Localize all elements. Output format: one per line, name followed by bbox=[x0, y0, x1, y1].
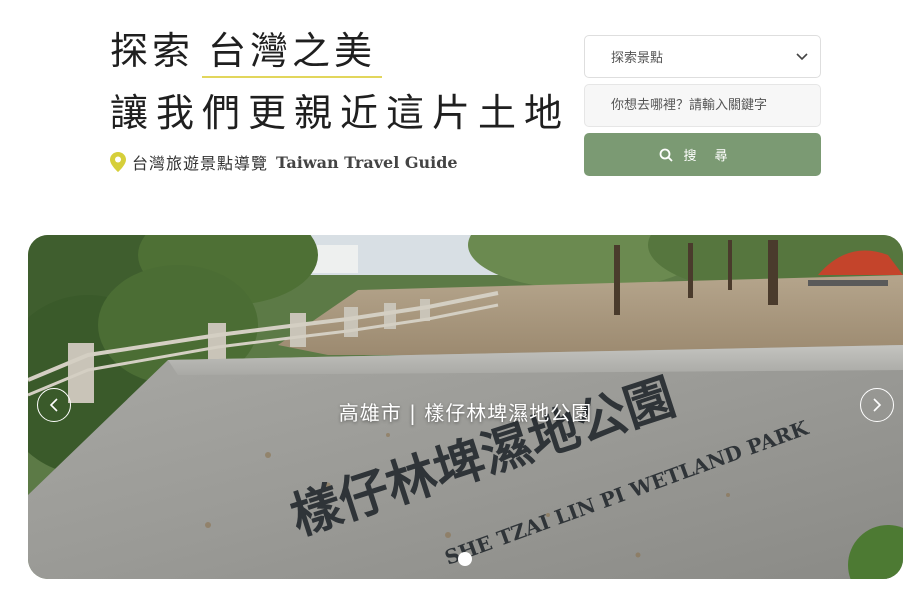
page: 探索 台灣之美 讓我們更親近這片土地 台灣旅遊景點導覽 Taiwan Travel… bbox=[0, 0, 921, 613]
chevron-left-icon bbox=[49, 398, 58, 412]
hero-title: 探索 台灣之美 bbox=[110, 28, 570, 78]
carousel-prev-button[interactable] bbox=[37, 388, 71, 422]
hero-heading: 探索 台灣之美 讓我們更親近這片土地 台灣旅遊景點導覽 Taiwan Travel… bbox=[110, 28, 570, 174]
search-button[interactable]: 搜尋 bbox=[584, 133, 821, 176]
category-select[interactable]: 探索景點 bbox=[584, 35, 821, 78]
search-icon bbox=[660, 148, 674, 162]
guide-label-en: Taiwan Travel Guide bbox=[276, 152, 458, 172]
carousel-dot-active[interactable] bbox=[458, 552, 472, 566]
carousel-next-button[interactable] bbox=[860, 388, 894, 422]
guide-tagline: 台灣旅遊景點導覽 Taiwan Travel Guide bbox=[110, 150, 570, 174]
search-form: 探索景點 搜尋 bbox=[584, 35, 821, 176]
search-button-label: 搜尋 bbox=[683, 149, 746, 164]
keyword-input[interactable] bbox=[584, 84, 821, 127]
guide-label-zh: 台灣旅遊景點導覽 bbox=[132, 154, 269, 173]
hero-subtitle: 讓我們更親近這片土地 bbox=[110, 91, 571, 135]
slide-caption: 高雄市 | 樣仔林埤濕地公園 bbox=[338, 401, 593, 425]
hero-title-accent: 台灣之美 bbox=[202, 28, 383, 78]
chevron-down-icon bbox=[796, 52, 808, 60]
map-pin-icon bbox=[110, 152, 126, 172]
hero-title-prefix: 探索 bbox=[110, 29, 195, 73]
chevron-right-icon bbox=[873, 398, 882, 412]
hero-carousel[interactable]: 樣仔林埤濕地公園 SHE TZAI LIN PI WETLAND PARK 高雄… bbox=[28, 235, 903, 579]
category-select-value: 探索景點 bbox=[611, 51, 664, 66]
